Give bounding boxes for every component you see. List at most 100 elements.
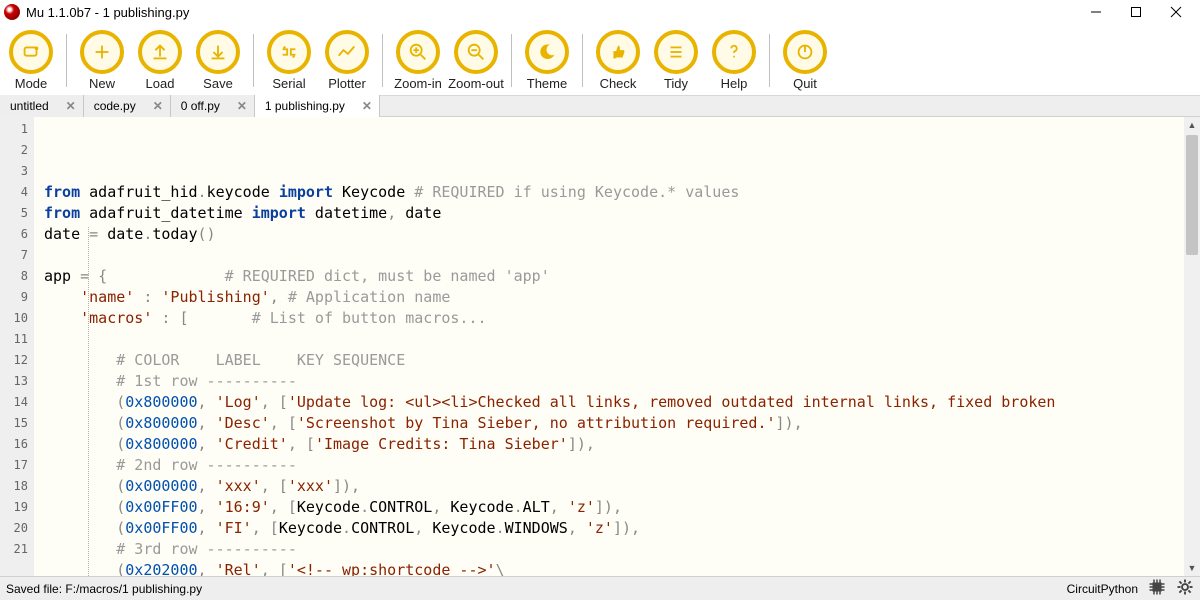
line-number: 9 [0,287,34,308]
minimize-button[interactable] [1076,0,1116,24]
toolbar-button-label: Mode [15,76,48,91]
line-number: 10 [0,308,34,329]
tidy-button[interactable]: Tidy [647,28,705,93]
status-mode: CircuitPython [1067,582,1138,596]
theme-button[interactable]: Theme [518,28,576,93]
plotter-button[interactable]: Plotter [318,28,376,93]
code-line: # 2nd row ---------- [44,455,1184,476]
line-gutter: 123456789101112131415161718192021 [0,117,34,576]
toolbar-separator [769,34,770,87]
zoom-out-icon [454,30,498,74]
serial-button[interactable]: Serial [260,28,318,93]
toolbar-button-label: Zoom-in [394,76,442,91]
title-bar: Mu 1.1.0b7 - 1 publishing.py [0,0,1200,24]
mode-button[interactable]: Mode [2,28,60,93]
line-number: 13 [0,371,34,392]
toolbar-button-label: Plotter [328,76,366,91]
app-icon [4,4,20,20]
moon-icon [525,30,569,74]
line-number: 2 [0,140,34,161]
toolbar-group: Quit [776,28,834,93]
close-icon[interactable]: ✕ [63,98,79,114]
toolbar-button-label: Load [146,76,175,91]
close-icon[interactable]: ✕ [234,98,250,114]
vertical-scrollbar[interactable]: ▲ ▼ [1184,117,1200,576]
scroll-up-icon[interactable]: ▲ [1184,117,1200,133]
new-button[interactable]: New [73,28,131,93]
code-line: # 1st row ---------- [44,371,1184,392]
code-line: (0x800000, 'Credit', ['Image Credits: Ti… [44,434,1184,455]
scroll-thumb[interactable] [1186,135,1198,255]
line-number: 18 [0,476,34,497]
check-button[interactable]: Check [589,28,647,93]
tab-label: code.py [94,99,136,113]
tab-1-publishing-py[interactable]: 1 publishing.py ✕ [255,95,380,117]
toolbar-group: Serial Plotter [260,28,376,93]
status-message: Saved file: F:/macros/1 publishing.py [6,582,1067,596]
toolbar: ModeNewLoadSaveSerialPlotterZoom-inZoom-… [0,24,1200,95]
code-line: app = { # REQUIRED dict, must be named '… [44,266,1184,287]
serial-icon [267,30,311,74]
zoom-in-icon [396,30,440,74]
close-icon[interactable]: ✕ [359,98,375,114]
code-line: (0x000000, 'xxx', ['xxx']), [44,476,1184,497]
code-line: (0x00FF00, '16:9', [Keycode.CONTROL, Key… [44,497,1184,518]
toolbar-button-label: Zoom-out [448,76,504,91]
toolbar-button-label: Help [721,76,748,91]
code-line: 'name' : 'Publishing', # Application nam… [44,287,1184,308]
line-number: 6 [0,224,34,245]
close-button[interactable] [1156,0,1196,24]
help-button[interactable]: Help [705,28,763,93]
code-line: (0x800000, 'Log', ['Update log: <ul><li>… [44,392,1184,413]
line-number: 21 [0,539,34,560]
tidy-icon [654,30,698,74]
line-number: 8 [0,266,34,287]
tab-untitled[interactable]: untitled✕ [0,95,84,117]
toolbar-button-label: Theme [527,76,567,91]
toolbar-button-label: Serial [272,76,305,91]
gear-icon[interactable] [1176,578,1194,599]
toolbar-group: Mode [2,28,60,93]
save-icon [196,30,240,74]
line-number: 3 [0,161,34,182]
scroll-down-icon[interactable]: ▼ [1184,560,1200,576]
line-number: 17 [0,455,34,476]
toolbar-group: Zoom-in Zoom-out [389,28,505,93]
maximize-button[interactable] [1116,0,1156,24]
zoom-out-button[interactable]: Zoom-out [447,28,505,93]
tab-label: 0 off.py [181,99,220,113]
code-line: (0x00FF00, 'FI', [Keycode.CONTROL, Keyco… [44,518,1184,539]
line-number: 20 [0,518,34,539]
code-area[interactable]: from adafruit_hid.keycode import Keycode… [34,117,1184,576]
save-button[interactable]: Save [189,28,247,93]
code-line: from adafruit_datetime import datetime, … [44,203,1184,224]
tab-bar: untitled✕code.py✕0 off.py✕1 publishing.p… [0,95,1200,117]
load-icon [138,30,182,74]
code-line [44,329,1184,350]
tab-0-off-py[interactable]: 0 off.py ✕ [171,95,255,117]
code-line: from adafruit_hid.keycode import Keycode… [44,182,1184,203]
line-number: 16 [0,434,34,455]
code-line: # COLOR LABEL KEY SEQUENCE [44,350,1184,371]
toolbar-separator [66,34,67,87]
toolbar-group: CheckTidy Help [589,28,763,93]
code-line: 'macros' : [ # List of button macros... [44,308,1184,329]
quit-button[interactable]: Quit [776,28,834,93]
toolbar-button-label: Save [203,76,233,91]
line-number: 7 [0,245,34,266]
thumb-icon [596,30,640,74]
power-icon [783,30,827,74]
tab-label: 1 publishing.py [265,99,345,113]
editor[interactable]: 123456789101112131415161718192021 from a… [0,117,1200,576]
zoom-in-button[interactable]: Zoom-in [389,28,447,93]
close-icon[interactable]: ✕ [150,98,166,114]
line-number: 5 [0,203,34,224]
toolbar-group: Theme [518,28,576,93]
code-line: # 3rd row ---------- [44,539,1184,560]
plotter-icon [325,30,369,74]
load-button[interactable]: Load [131,28,189,93]
chip-icon[interactable] [1148,578,1166,599]
plus-icon [80,30,124,74]
line-number: 4 [0,182,34,203]
tab-code-py[interactable]: code.py ✕ [84,95,171,117]
